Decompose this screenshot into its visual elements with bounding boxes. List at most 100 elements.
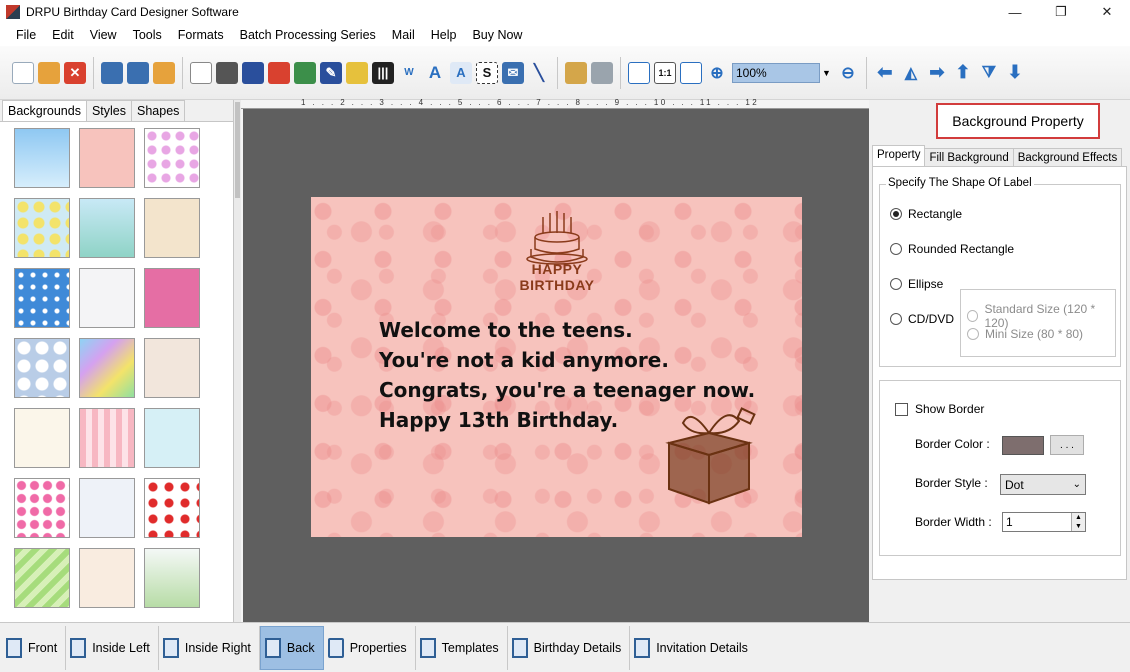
scrollbar-thumb[interactable] [235,102,240,198]
background-thumbnail[interactable] [79,268,135,328]
pen-icon[interactable]: ✎ [320,61,342,84]
menu-help[interactable]: Help [423,28,465,42]
radio-mini-size[interactable]: Mini Size (80 * 80) [967,327,1083,341]
left-panel-scrollbar[interactable] [234,100,241,622]
invitation-details-button[interactable]: Invitation Details [630,626,756,670]
database-gray-icon[interactable] [591,61,613,84]
line-icon[interactable]: ╲ [528,62,550,84]
arrow-left-icon[interactable]: ⬅ [874,62,896,84]
tab-background-effects[interactable]: Background Effects [1012,148,1123,167]
background-thumbnail[interactable] [79,128,135,188]
tab-fill-background[interactable]: Fill Background [924,148,1014,167]
tab-property[interactable]: Property [872,145,926,167]
grid-icon[interactable] [628,61,650,84]
back-button[interactable]: Back [259,625,324,670]
menu-edit[interactable]: Edit [44,28,82,42]
radio-standard-size[interactable]: Standard Size (120 * 120) [967,302,1115,330]
radio-rounded-rectangle[interactable]: Rounded Rectangle [890,242,1014,256]
border-color-swatch[interactable] [1002,436,1044,455]
export-icon[interactable] [153,61,175,84]
background-thumbnail[interactable] [144,478,200,538]
front-button[interactable]: Front [2,625,67,670]
background-thumbnail[interactable] [79,198,135,258]
gift-icon[interactable] [268,61,290,84]
background-thumbnail[interactable] [79,548,135,608]
background-thumbnail[interactable] [144,548,200,608]
tab-backgrounds[interactable]: Backgrounds [2,100,87,121]
wordart-icon[interactable]: W [398,62,420,84]
radio-rectangle[interactable]: Rectangle [890,207,962,221]
flip-vertical-icon[interactable]: ⧩ [978,62,1000,84]
fit-to-window-icon[interactable] [680,61,702,84]
menu-file[interactable]: File [8,28,44,42]
background-thumbnail[interactable] [14,338,70,398]
background-thumbnail[interactable] [14,478,70,538]
zoom-out-icon[interactable]: ⊖ [837,62,859,84]
background-thumbnail[interactable] [79,478,135,538]
zoom-dropdown-icon[interactable]: ▼ [822,68,831,78]
signature-icon[interactable]: S [476,61,498,84]
save-icon[interactable] [101,61,123,84]
background-thumbnail[interactable] [14,128,70,188]
background-thumbnail[interactable] [14,198,70,258]
inside-left-button[interactable]: Inside Left [66,625,159,670]
new-icon[interactable] [12,61,34,84]
text-box-icon[interactable]: A [450,61,472,84]
background-thumbnail[interactable] [144,268,200,328]
background-thumbnail[interactable] [14,548,70,608]
background-thumbnail[interactable] [144,408,200,468]
birthday-details-button[interactable]: Birthday Details [508,625,631,670]
border-width-stepper[interactable]: 1 ▲ ▼ [1002,512,1086,532]
save-as-icon[interactable] [127,61,149,84]
background-thumbnail[interactable] [144,198,200,258]
text-icon[interactable]: A [424,62,446,84]
print-icon[interactable] [216,61,238,84]
menu-mail[interactable]: Mail [384,28,423,42]
stepper-arrows-icon[interactable]: ▲ ▼ [1071,513,1085,531]
menu-buy-now[interactable]: Buy Now [464,28,530,42]
arrow-up-icon[interactable]: ⬆ [952,62,974,84]
gift-box-icon[interactable] [661,403,757,511]
open-folder-icon[interactable] [38,61,60,84]
restore-button[interactable]: ❐ [1038,0,1084,24]
border-color-picker-button[interactable]: . . . [1050,435,1084,455]
templates-button[interactable]: Templates [416,625,508,670]
design-canvas[interactable]: 1 . . . 2 . . . 3 . . . 4 . . . 5 . . . … [241,98,869,622]
menu-batch-processing[interactable]: Batch Processing Series [232,28,384,42]
border-style-select[interactable]: Dot ⌄ [1000,474,1086,495]
zoom-input[interactable]: 100% [732,62,820,83]
arrow-down-icon[interactable]: ⬇ [1004,62,1026,84]
show-border-checkbox[interactable]: Show Border [895,402,984,416]
minimize-button[interactable]: — [992,0,1038,24]
page-setup-icon[interactable] [190,61,212,84]
inside-right-button[interactable]: Inside Right [159,625,260,670]
happy-birthday-heading[interactable]: HAPPY BIRTHDAY [501,261,613,293]
radio-cd-dvd[interactable]: CD/DVD [890,312,954,326]
tab-shapes[interactable]: Shapes [131,100,186,121]
background-thumbnail[interactable] [144,338,200,398]
background-thumbnail[interactable] [79,408,135,468]
close-file-icon[interactable]: ✕ [64,61,86,84]
database-icon[interactable] [565,61,587,84]
properties-button[interactable]: Properties [324,625,416,670]
mail-icon[interactable]: ✉ [502,61,524,84]
menu-tools[interactable]: Tools [125,28,170,42]
background-thumbnail[interactable] [14,268,70,328]
actual-size-icon[interactable]: 1:1 [654,61,676,84]
close-button[interactable]: ✕ [1084,0,1130,24]
insert-image-icon[interactable] [294,61,316,84]
copy-icon[interactable] [242,61,264,84]
birthday-card[interactable]: HAPPY BIRTHDAY Welcome to the teens. You… [311,197,802,537]
menu-formats[interactable]: Formats [170,28,232,42]
arrow-right-icon[interactable]: ➡ [926,62,948,84]
flip-horizontal-icon[interactable]: ◭ [900,62,922,84]
zoom-in-icon[interactable]: ⊕ [706,62,728,84]
barcode-icon[interactable]: ||| [372,61,394,84]
background-thumbnail[interactable] [79,338,135,398]
shape-icon[interactable] [346,61,368,84]
menu-view[interactable]: View [82,28,125,42]
tab-styles[interactable]: Styles [85,100,133,121]
background-thumbnail[interactable] [14,408,70,468]
radio-ellipse[interactable]: Ellipse [890,277,943,291]
background-thumbnail[interactable] [144,128,200,188]
